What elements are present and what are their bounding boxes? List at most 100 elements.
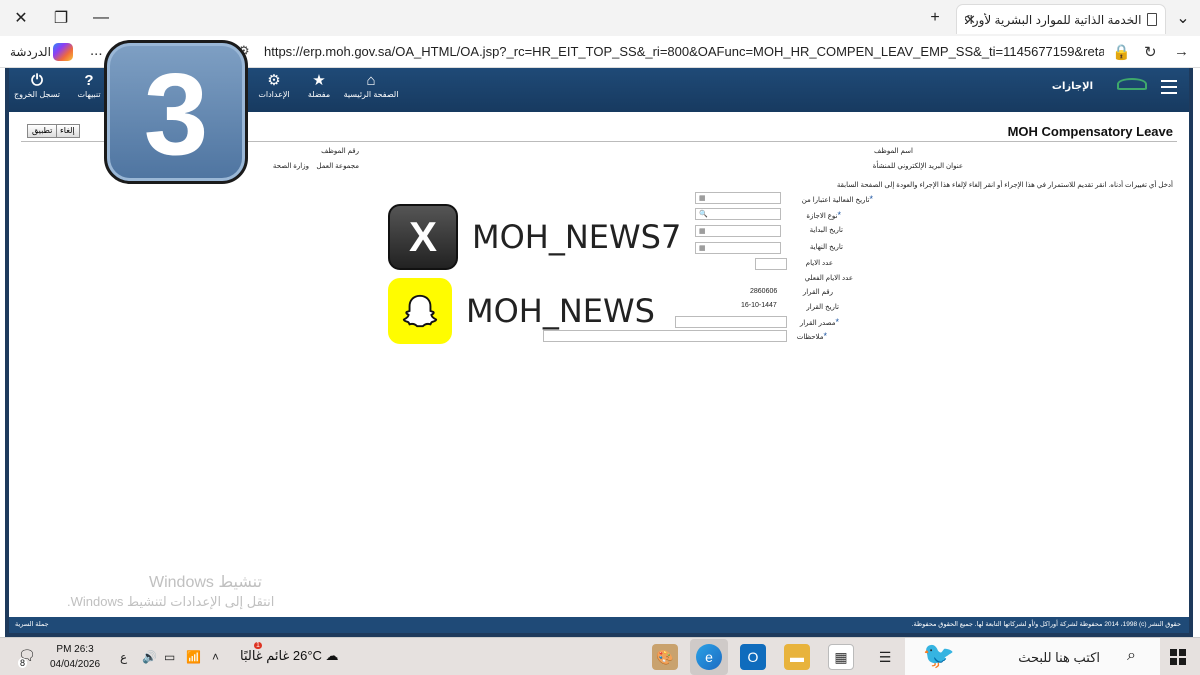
windows-activation-title: تنشيط Windows xyxy=(149,574,262,591)
more-menu-icon[interactable]: ... xyxy=(90,42,103,59)
weather-alert-badge: 1 xyxy=(254,642,262,649)
page-icon xyxy=(1147,13,1157,26)
leave-type-label: *نوع الاجازة xyxy=(806,210,841,220)
employee-name-label: اسم الموظف xyxy=(874,148,913,155)
end-date-field[interactable]: ▦ xyxy=(695,242,781,254)
close-window-icon[interactable]: ✕ xyxy=(8,6,34,30)
tab-title: الخدمة الذاتية للموارد البشرية لأوراكل xyxy=(965,12,1142,27)
decision-number-label: رقم القرار xyxy=(802,289,833,296)
search-icon: ⌕ xyxy=(1127,647,1136,664)
restore-window-icon[interactable]: ❐ xyxy=(48,6,74,30)
clock-date: 04/04/2026 xyxy=(50,659,101,670)
clock[interactable]: PM 26:3 04/04/2026 xyxy=(50,642,100,672)
calendar-icon[interactable]: ▦ xyxy=(699,227,706,235)
nav-label: تنبيهات xyxy=(77,90,101,99)
menu-icon[interactable] xyxy=(1161,80,1177,98)
days-count-label: عدد الايام xyxy=(805,260,833,267)
bird-illustration-icon: 🐦 xyxy=(922,640,956,670)
back-arrow-icon[interactable]: → xyxy=(1174,43,1189,60)
windows-taskbar: 🗨 8 PM 26:3 04/04/2026 ع 🔊 ▭ 📶 ˄ ☁ 1 26°… xyxy=(0,637,1200,675)
effective-date-field[interactable]: ▦ xyxy=(695,192,781,204)
start-date-label: تاريخ البداية xyxy=(809,227,843,234)
decision-date-label: تاريخ القرار xyxy=(806,304,839,311)
badge-number: 3 xyxy=(143,49,209,179)
edge-browser-icon[interactable]: e xyxy=(696,644,722,670)
app-footer: حقوق النشر (c) 2014 ،1998 محفوظة لشركة أ… xyxy=(9,617,1189,633)
weather-text: غائم غالبًا xyxy=(240,648,290,663)
browser-tab-bar: ✕ ❐ — + ✕ الخدمة الذاتية للموارد البشرية… xyxy=(0,0,1200,36)
new-tab-button[interactable]: + xyxy=(922,6,948,30)
number-badge: 3 xyxy=(104,40,248,184)
weather-widget[interactable]: ☁ 1 26°C غائم غالبًا xyxy=(240,642,339,664)
taskbar-search[interactable]: 🐦 اكتب هنا للبحث ⌕ xyxy=(905,638,1160,675)
days-count-field[interactable] xyxy=(755,258,787,270)
task-view-icon[interactable]: ☰ xyxy=(872,644,898,670)
wifi-icon[interactable]: 📶 xyxy=(186,650,201,664)
work-group-label: مجموعة العمل xyxy=(316,163,359,170)
decision-number-value: 2860606 xyxy=(750,288,778,295)
snapchat-logo-icon xyxy=(388,278,452,344)
snapchat-handle: MOH_NEWS xyxy=(466,292,655,330)
lock-icon[interactable]: 🔒 xyxy=(1112,43,1131,61)
star-icon: ★ xyxy=(312,72,326,89)
nav-label: تسجل الخروج xyxy=(13,90,61,99)
org-email-label: عنوان البريد الإلكتروني للمنشأة xyxy=(872,163,963,170)
calendar-icon[interactable]: ▦ xyxy=(699,194,706,202)
minimize-window-icon[interactable]: — xyxy=(88,6,114,30)
work-group-value: وزارة الصحة xyxy=(272,163,309,170)
nav-label: الإعدادات xyxy=(258,90,290,99)
home-icon: ⌂ xyxy=(366,72,376,89)
windows-activation-subtitle: انتقل إلى الإعدادات لتنشيط Windows. xyxy=(67,594,275,609)
nav-label: مفضلة xyxy=(307,90,331,99)
file-explorer-icon[interactable]: ▬ xyxy=(784,644,810,670)
volume-icon[interactable]: 🔊 xyxy=(142,650,157,664)
windows-start-icon[interactable] xyxy=(1170,649,1186,665)
notes-label: *ملاحظات xyxy=(796,331,827,341)
x-logo-icon: X xyxy=(388,204,458,270)
power-icon: ⏻ xyxy=(31,72,43,89)
decision-date-value: 16-10-1447 xyxy=(741,302,777,309)
decision-source-label: *مصدر القرار xyxy=(799,317,839,327)
tab-list-chevron-icon[interactable]: ⌄ xyxy=(1170,6,1196,30)
cancel-button[interactable]: إلغاء xyxy=(55,124,80,138)
privacy-link[interactable]: جملة السرية xyxy=(15,620,49,628)
browser-tab[interactable]: ✕ الخدمة الذاتية للموارد البشرية لأوراكل xyxy=(956,4,1166,34)
close-tab-icon[interactable]: ✕ xyxy=(965,12,976,28)
search-placeholder: اكتب هنا للبحث xyxy=(1018,650,1100,665)
copilot-icon[interactable] xyxy=(53,43,73,61)
x-handle-row: X MOH_NEWS7 xyxy=(388,204,681,270)
store-icon[interactable]: ▦ xyxy=(828,644,854,670)
url-field[interactable]: https://erp.moh.gov.sa/OA_HTML/OA.jsp?_r… xyxy=(264,44,1104,59)
leave-type-field[interactable]: 🔍 xyxy=(695,208,781,220)
employee-number-label: رقم الموظف xyxy=(321,148,359,155)
home-button[interactable]: ⌂ الصفحة الرئيسية xyxy=(343,72,399,99)
clock-time: PM 26:3 xyxy=(56,644,94,655)
battery-icon[interactable]: ▭ xyxy=(164,650,175,664)
snapchat-handle-row: MOH_NEWS xyxy=(388,278,655,344)
section-title: الإجازات xyxy=(1051,81,1093,92)
chevron-up-icon[interactable]: ˄ xyxy=(212,650,219,664)
paint-app-icon[interactable]: 🎨 xyxy=(652,644,678,670)
weather-icon: ☁ xyxy=(325,648,339,663)
search-icon[interactable]: 🔍 xyxy=(699,210,708,218)
decision-source-field[interactable] xyxy=(675,316,787,328)
outlook-icon[interactable]: O xyxy=(740,644,766,670)
notification-count: 8 xyxy=(18,658,28,668)
moh-logo xyxy=(1097,76,1153,102)
x-handle: MOH_NEWS7 xyxy=(472,218,682,256)
logout-button[interactable]: ⏻ تسجل الخروج xyxy=(9,72,65,99)
chat-button-label[interactable]: الدردشة xyxy=(10,45,51,59)
apply-button[interactable]: تطبيق xyxy=(27,124,58,138)
calendar-icon[interactable]: ▦ xyxy=(699,244,706,252)
nav-label: الصفحة الرئيسية xyxy=(343,90,399,99)
refresh-icon[interactable]: ↻ xyxy=(1144,43,1157,61)
page-title: MOH Compensatory Leave xyxy=(1007,124,1173,139)
language-indicator[interactable]: ع xyxy=(120,650,127,664)
copyright-text: حقوق النشر (c) 2014 ،1998 محفوظة لشركة أ… xyxy=(911,621,1181,628)
favorites-button[interactable]: ★ مفضلة xyxy=(291,72,347,99)
actual-days-label: عدد الايام الفعلي xyxy=(804,275,853,282)
instructions-text: أدخل أي تغييرات أدناه. انقر تقديم للاستم… xyxy=(836,182,1173,189)
start-date-field[interactable]: ▦ xyxy=(695,225,781,237)
weather-temp: 26°C xyxy=(292,648,322,663)
effective-date-label: *تاريخ الفعالية اعتبارا من xyxy=(801,194,873,204)
